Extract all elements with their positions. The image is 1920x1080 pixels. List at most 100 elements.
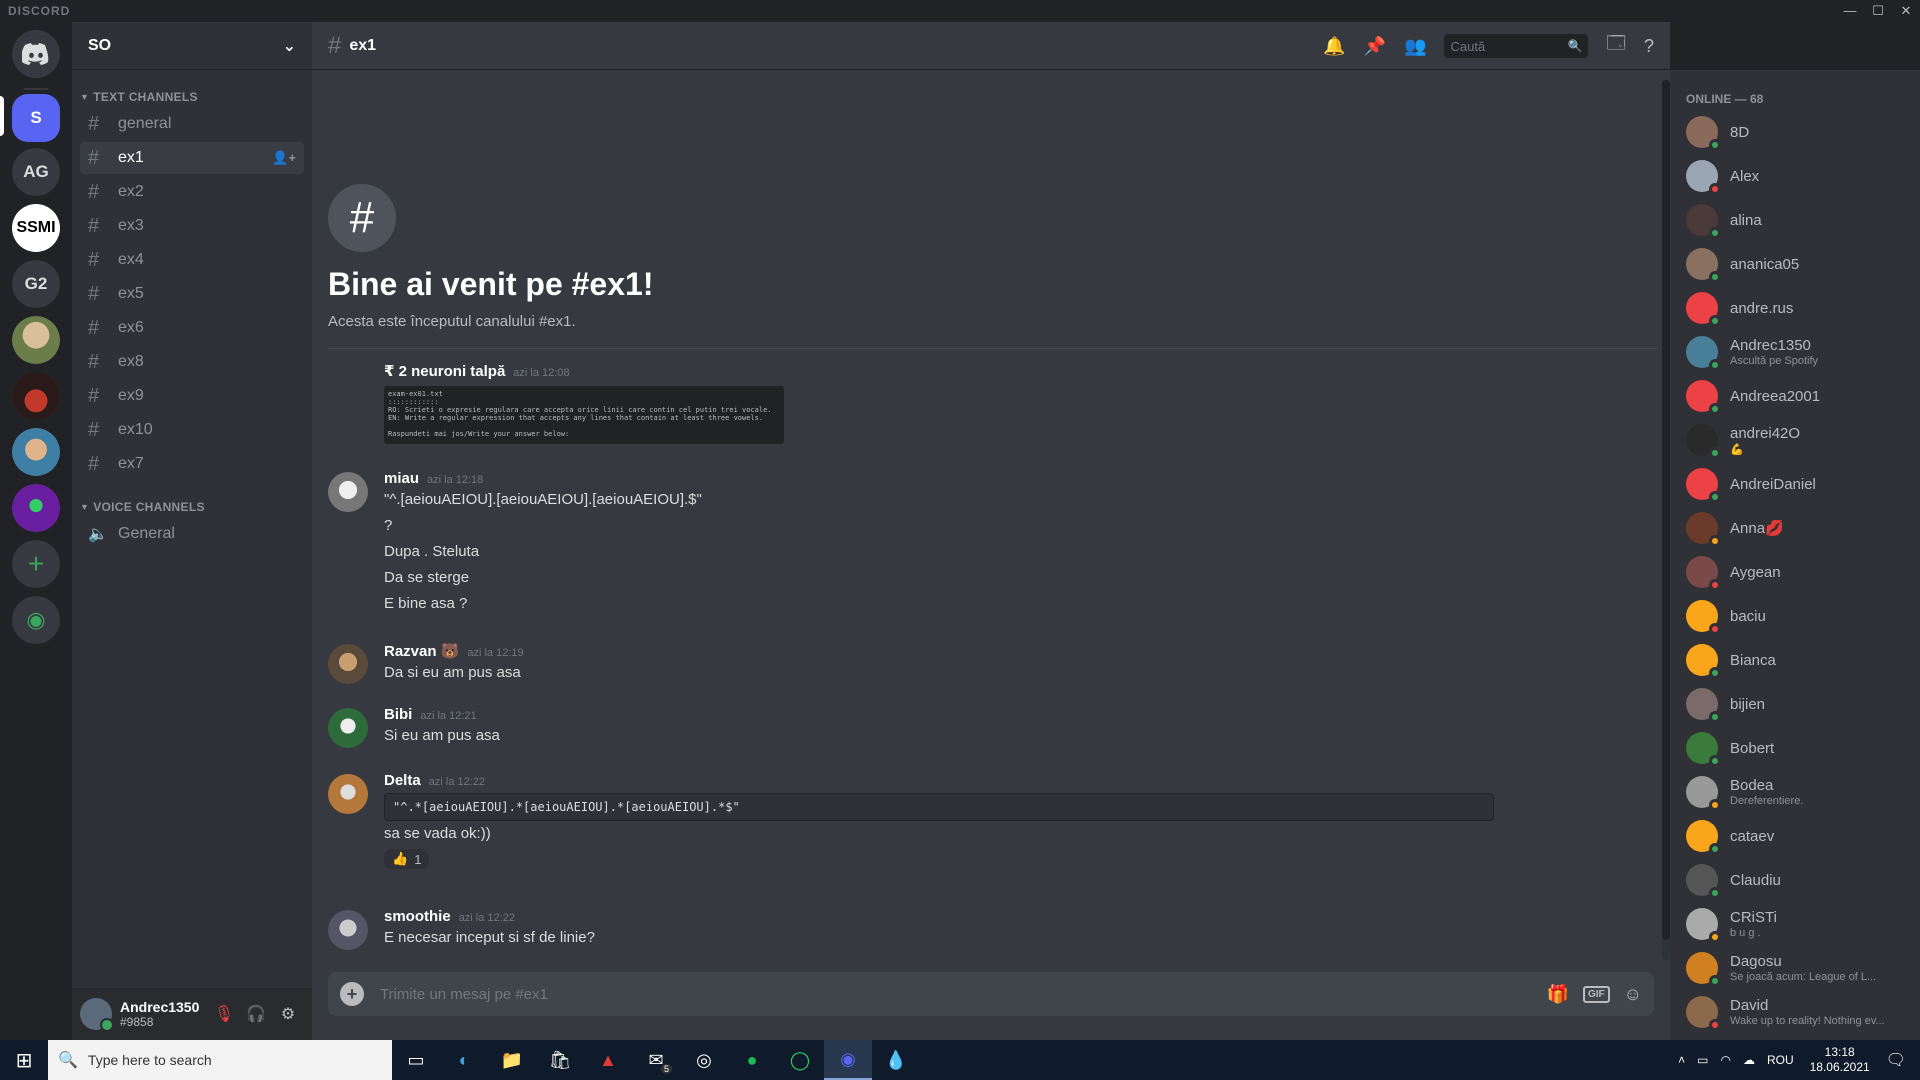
maximize-button[interactable]: ☐ [1864,0,1892,22]
member-item[interactable]: cataev [1678,814,1912,858]
wifi-icon[interactable]: ◠ [1720,1053,1730,1067]
member-item[interactable]: Bianca [1678,638,1912,682]
acrobat-icon[interactable]: ▲ [584,1040,632,1080]
member-item[interactable]: Alex [1678,154,1912,198]
channel-ex5[interactable]: # ex5 [80,278,304,310]
message-author[interactable]: ₹ 2 neuroni talpă [384,362,505,380]
store-icon[interactable]: 🛍 [536,1040,584,1080]
inbox-icon[interactable]: 🗔 [1606,31,1626,61]
member-item[interactable]: 8D [1678,110,1912,154]
avatar[interactable] [328,774,368,814]
message-author[interactable]: Razvan 🐻 [384,642,459,660]
taskbar-search-box[interactable]: 🔍 [48,1040,392,1080]
windows-start-icon[interactable]: ⊞ [0,1048,48,1073]
search-box[interactable]: 🔍 [1444,34,1589,58]
mute-microphone-icon[interactable]: 🎙 [208,1004,240,1024]
guild-g2[interactable]: G2 [12,260,60,308]
channel-ex2[interactable]: # ex2 [80,176,304,208]
minimize-button[interactable]: — [1836,0,1864,22]
avatar[interactable] [328,644,368,684]
search-input[interactable] [1450,38,1568,54]
channel-ex4[interactable]: # ex4 [80,244,304,276]
member-item[interactable]: David Wake up to reality! Nothing ev... [1678,990,1912,1034]
battery-icon[interactable]: ▭ [1697,1053,1708,1067]
message-input[interactable] [380,985,1533,1003]
category-text-channels[interactable]: ▼ TEXT CHANNELS [72,88,312,106]
member-item[interactable]: baciu [1678,594,1912,638]
members-icon[interactable]: 👥 [1404,36,1426,57]
guild-so[interactable]: S [12,94,60,142]
member-item[interactable]: Andrec1350 Ascultă pe Spotify [1678,330,1912,374]
channel-general[interactable]: # general [80,108,304,140]
member-item[interactable]: Andreea2001 [1678,374,1912,418]
channel-ex1[interactable]: # ex1 👤+ [80,142,304,174]
channel-ex7[interactable]: # ex7 [80,448,304,480]
discord-taskbar-icon[interactable]: ◉ [824,1040,872,1080]
edge-browser-icon[interactable]: ◐ [440,1040,488,1080]
gift-icon[interactable]: 🎁 [1547,984,1569,1005]
task-view-icon[interactable]: ▭ [392,1040,440,1080]
avatar[interactable] [328,708,368,748]
member-item[interactable]: bijien [1678,682,1912,726]
cloud-icon[interactable]: ☁ [1743,1053,1755,1067]
invite-member-icon[interactable]: 👤+ [272,150,296,166]
guild-avatar-4[interactable] [12,484,60,532]
guild-avatar-3[interactable] [12,428,60,476]
channel-ex10[interactable]: # ex10 [80,414,304,446]
avatar[interactable] [328,472,368,512]
spotify-icon[interactable]: ● [728,1040,776,1080]
member-item[interactable]: Aygean [1678,550,1912,594]
upload-plus-icon[interactable]: + [340,982,364,1006]
chat-scrollbar[interactable] [1662,80,1670,960]
member-item[interactable]: CRiSTi b u g . [1678,902,1912,946]
member-item[interactable]: Bodea Dereferentiere. [1678,770,1912,814]
paint-drop-icon[interactable]: 💧 [872,1040,920,1080]
add-server-icon[interactable]: + [12,540,60,588]
avatar[interactable] [80,998,114,1032]
member-item[interactable]: AndreiDaniel [1678,462,1912,506]
channel-ex6[interactable]: # ex6 [80,312,304,344]
message-author[interactable]: Delta [384,772,421,789]
member-item[interactable]: Claudiu [1678,858,1912,902]
explore-servers-icon[interactable]: ◉ [12,596,60,644]
message-author[interactable]: miau [384,470,419,487]
channel-ex9[interactable]: # ex9 [80,380,304,412]
language-indicator[interactable]: ROU [1767,1053,1794,1067]
message-author[interactable]: smoothie [384,908,451,925]
help-icon[interactable]: ? [1644,36,1654,57]
channel-ex3[interactable]: # ex3 [80,210,304,242]
guild-ssmi[interactable]: SSMI [12,204,60,252]
notifications-icon[interactable]: 🗨 [1886,1050,1906,1070]
emoji-icon[interactable]: ☺ [1624,984,1642,1005]
whatsapp-icon[interactable]: ◯ [776,1040,824,1080]
avatar[interactable] [328,910,368,950]
gif-button[interactable]: GIF [1582,985,1610,1003]
member-item[interactable]: ananica05 [1678,242,1912,286]
taskbar-search-input[interactable] [87,1052,382,1068]
message-author[interactable]: Bibi [384,706,412,723]
member-item[interactable]: andre.rus [1678,286,1912,330]
member-item[interactable]: Anna💋 [1678,506,1912,550]
pin-icon[interactable]: 📌 [1364,36,1386,57]
gear-icon[interactable]: ⚙ [272,1004,304,1024]
voice-channel-general[interactable]: 🔈 General [80,518,304,550]
headphones-icon[interactable]: 🎧 [240,1004,272,1024]
reaction-thumbs-up[interactable]: 👍 1 [384,849,430,869]
discord-home-button[interactable] [12,30,60,78]
member-item[interactable]: alina [1678,198,1912,242]
mail-icon[interactable]: ✉ 5 [632,1040,680,1080]
guild-avatar-2[interactable] [12,372,60,420]
file-explorer-icon[interactable]: 📁 [488,1040,536,1080]
member-item[interactable]: Dagosu Se joacă acum: League of L... [1678,946,1912,990]
guild-avatar-1[interactable] [12,316,60,364]
close-button[interactable]: ✕ [1892,0,1920,22]
scrollbar-thumb[interactable] [1662,80,1670,940]
server-header[interactable]: SO ⌄ [72,22,312,70]
member-item[interactable]: andrei42O 💪 [1678,418,1912,462]
bell-icon[interactable]: 🔔 [1323,36,1345,57]
message-attachment-image[interactable]: exam-ex01.txt :::::::::::: RO: Scrieti o… [384,386,784,444]
category-voice-channels[interactable]: ▼ VOICE CHANNELS [72,498,312,516]
chevron-up-icon[interactable]: ˄ [1678,1053,1685,1067]
chrome-icon[interactable]: ◎ [680,1040,728,1080]
guild-ag[interactable]: AG [12,148,60,196]
